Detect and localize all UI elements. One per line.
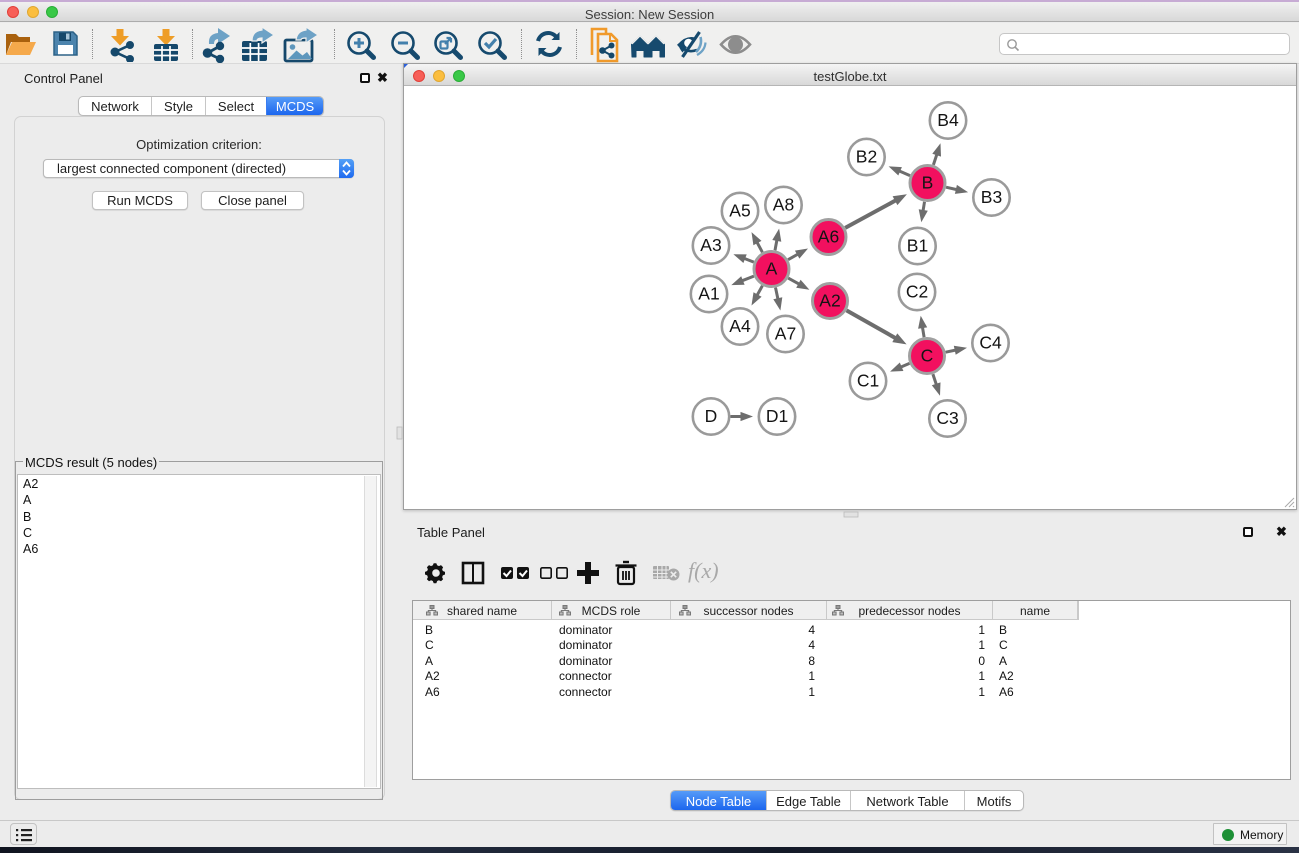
svg-text:A2: A2 [819, 291, 840, 311]
svg-text:A: A [766, 259, 778, 279]
svg-text:A7: A7 [775, 324, 796, 344]
svg-text:A5: A5 [729, 201, 750, 221]
svg-text:D1: D1 [766, 406, 788, 426]
svg-text:A8: A8 [773, 195, 794, 215]
svg-text:A4: A4 [729, 316, 751, 336]
svg-text:B1: B1 [907, 236, 928, 256]
svg-text:C4: C4 [979, 333, 1002, 353]
svg-text:A3: A3 [700, 235, 721, 255]
svg-text:C2: C2 [906, 282, 928, 302]
svg-text:B3: B3 [981, 187, 1002, 207]
svg-text:D: D [705, 406, 718, 426]
svg-text:B: B [922, 173, 934, 193]
svg-text:C1: C1 [857, 371, 879, 391]
svg-text:C3: C3 [936, 408, 958, 428]
svg-text:A1: A1 [698, 284, 719, 304]
svg-text:C: C [921, 346, 934, 366]
svg-text:B4: B4 [937, 110, 959, 130]
svg-text:B2: B2 [856, 147, 877, 167]
svg-text:A6: A6 [818, 227, 839, 247]
